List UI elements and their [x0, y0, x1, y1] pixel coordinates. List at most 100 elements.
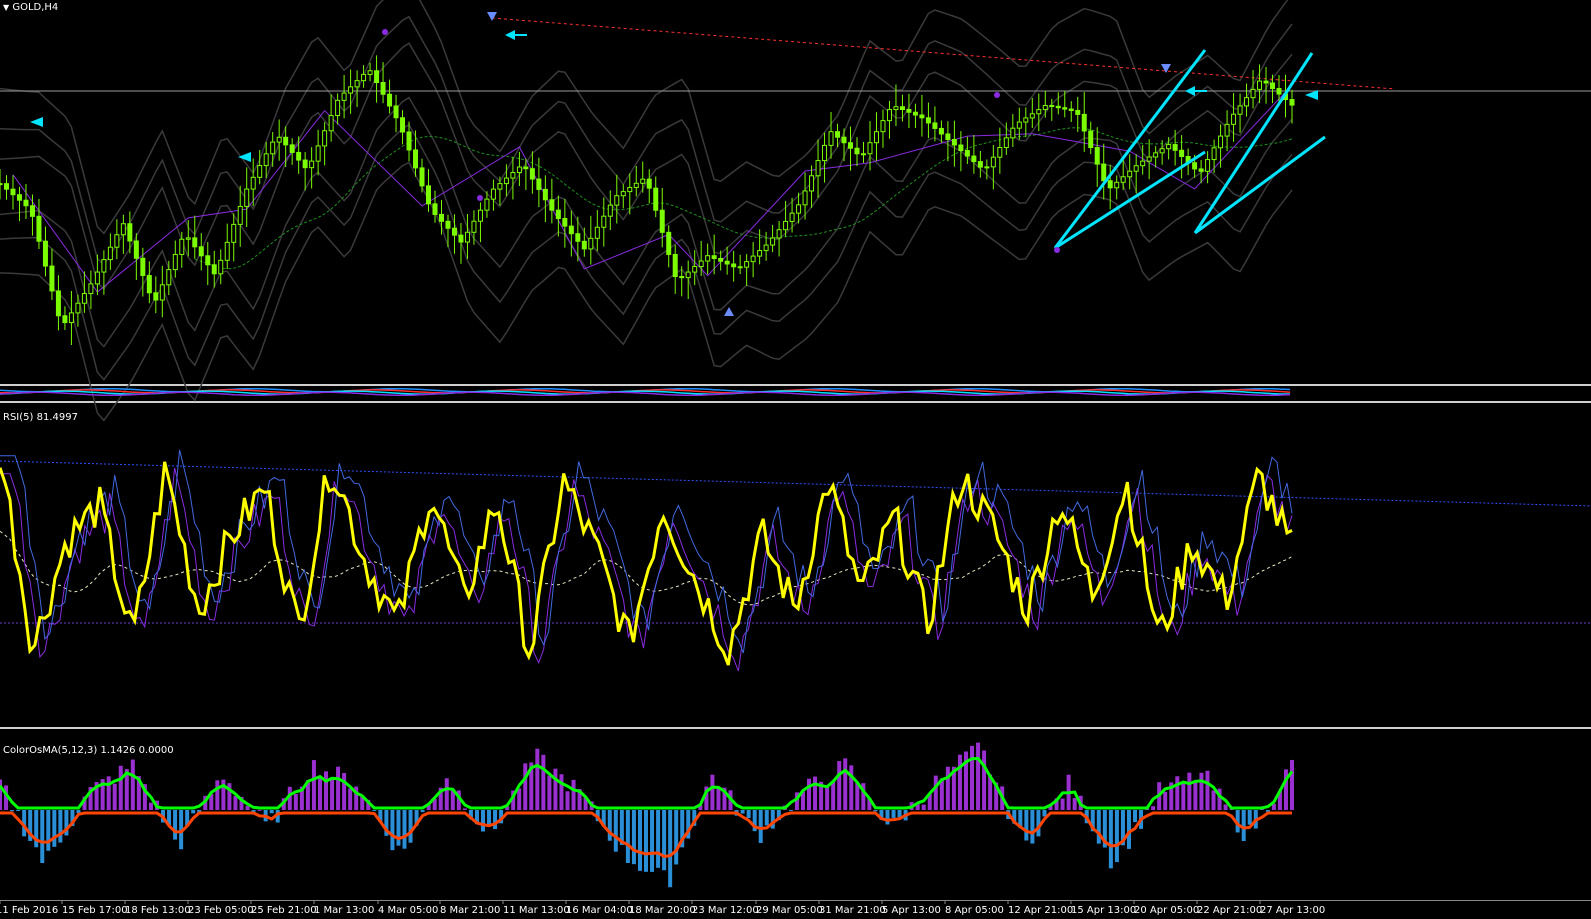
osma-histogram-bar — [1163, 791, 1168, 810]
axis-separator — [0, 900, 1591, 901]
osma-histogram-bar — [1126, 810, 1131, 849]
candle-body — [1289, 99, 1295, 106]
osma-histogram-bar — [710, 774, 715, 810]
candle-body — [503, 177, 509, 185]
osma-histogram-bar — [523, 763, 528, 810]
osma-histogram-bar — [372, 810, 377, 812]
osma-histogram-bar — [118, 765, 123, 810]
candle-body — [380, 82, 386, 95]
osma-histogram-bar — [843, 758, 848, 810]
candle-body — [62, 315, 68, 324]
collapse-arrow-icon[interactable]: ▼ — [3, 3, 9, 12]
candle-body — [906, 108, 912, 113]
candle-body — [731, 263, 737, 268]
time-axis-tick-label: 23 Mar 12:00 — [692, 905, 759, 916]
osma-histogram-bar — [46, 810, 51, 851]
osma-histogram-bar — [656, 810, 661, 868]
osma-histogram-bar — [396, 810, 401, 846]
candle-body — [276, 136, 282, 143]
osma-histogram-bar — [982, 750, 987, 810]
osma-histogram-bar — [668, 810, 673, 888]
candle-body — [341, 92, 347, 101]
time-axis-tick-label: 18 Feb 13:00 — [125, 905, 191, 916]
osma-histogram-bar — [945, 766, 950, 810]
candle-body — [1231, 113, 1237, 125]
chart-canvas[interactable] — [0, 0, 1591, 919]
candle-body — [588, 237, 594, 250]
candle-body — [1120, 176, 1126, 183]
candle-body — [68, 312, 74, 324]
candle-body — [568, 225, 574, 235]
osma-histogram-bar — [933, 775, 938, 810]
time-axis-tick-label: 12 Apr 21:00 — [1008, 905, 1074, 916]
candle-body — [763, 244, 769, 252]
candle-body — [426, 185, 432, 205]
candle-body — [322, 130, 328, 147]
candle-body — [1250, 88, 1256, 99]
panel-separator — [0, 384, 1591, 386]
candle-body — [257, 165, 263, 178]
candle-body — [419, 167, 425, 187]
candle-body — [42, 240, 48, 267]
candle-body — [685, 271, 691, 279]
osma-histogram-bar — [1072, 798, 1077, 810]
candle-body — [490, 188, 496, 200]
candle-body — [218, 259, 224, 275]
candle-body — [750, 255, 756, 263]
osma-histogram-bar — [173, 810, 178, 840]
envelope-band — [0, 161, 1293, 422]
osma-histogram-bar — [1181, 781, 1186, 810]
osma-histogram-bar — [40, 810, 45, 864]
candle-body — [1036, 109, 1042, 115]
candle-body — [1244, 97, 1250, 107]
osma-histogram-bar — [0, 779, 2, 810]
candle-body — [886, 109, 892, 122]
candle-body — [1114, 181, 1120, 189]
osma-histogram-bar — [541, 754, 546, 810]
candle-body — [49, 265, 55, 292]
candle-body — [1094, 147, 1100, 165]
osma-histogram-bar — [885, 810, 890, 825]
osma-histogram-bar — [311, 760, 316, 810]
candle-body — [867, 142, 873, 155]
osma-histogram-bar — [662, 810, 667, 871]
osma-histogram-bar — [1247, 810, 1252, 825]
osma-histogram-bar — [1211, 790, 1216, 810]
candle-body — [1146, 156, 1152, 162]
time-axis-tick-label: 18 Mar 20:00 — [629, 905, 696, 916]
osma-histogram-bar — [970, 745, 975, 810]
osma-histogram-bar — [1096, 810, 1101, 844]
osma-histogram-bar — [547, 775, 552, 810]
candle-body — [718, 257, 724, 262]
osma-histogram-bar — [1290, 759, 1294, 810]
candle-body — [724, 260, 730, 265]
candle-body — [627, 186, 633, 193]
candle-body — [114, 234, 120, 248]
candle-body — [581, 240, 587, 250]
zigzag-pivot-icon — [1054, 247, 1060, 253]
osma-histogram-bar — [106, 776, 111, 810]
osma-histogram-bar — [342, 772, 347, 810]
candle-body — [828, 131, 834, 146]
candle-body — [822, 144, 828, 162]
candle-body — [348, 86, 354, 94]
osma-histogram-bar — [849, 765, 854, 810]
signal-arrow-icon — [505, 30, 527, 40]
candle-body — [893, 106, 899, 111]
rsi-panel-label: RSI(5) 81.4997 — [3, 412, 78, 423]
osma-histogram-bar — [788, 810, 793, 811]
candle-body — [646, 178, 652, 189]
candle-body — [737, 266, 743, 269]
candle-body — [140, 257, 146, 277]
candle-body — [185, 237, 191, 240]
candle-body — [1075, 109, 1081, 115]
osma-histogram-bar — [130, 759, 135, 810]
candle-body — [997, 147, 1003, 158]
candle-body — [802, 190, 808, 206]
osma-panel-label: ColorOsMA(5,12,3) 1.1426 0.0000 — [3, 745, 174, 756]
osma-histogram-bar — [1060, 798, 1065, 810]
candle-body — [796, 204, 802, 214]
envelope-band — [0, 0, 1289, 235]
candle-body — [1153, 152, 1159, 158]
osma-histogram-bar — [336, 766, 341, 810]
